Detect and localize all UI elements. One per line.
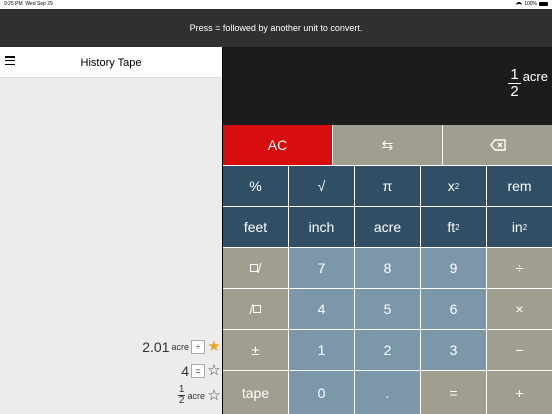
- minus-button[interactable]: −: [487, 330, 552, 370]
- history-unit: acre: [187, 390, 205, 401]
- banner-text: Press = followed by another unit to conv…: [189, 23, 363, 33]
- sqrt-button[interactable]: √: [289, 166, 354, 206]
- history-row[interactable]: 1 2 acre ☆: [177, 385, 221, 406]
- plus-button[interactable]: +: [487, 371, 552, 414]
- denominator-button[interactable]: /: [223, 289, 288, 329]
- history-value: 4: [181, 363, 189, 379]
- digit-3-button[interactable]: 3: [421, 330, 486, 370]
- display-value: 1 2 acre: [508, 67, 548, 100]
- history-fraction: 1 2: [177, 385, 186, 406]
- history-operator: =: [191, 364, 205, 378]
- equals-button[interactable]: =: [421, 371, 486, 414]
- fraction-button[interactable]: /: [223, 248, 288, 288]
- history-row[interactable]: 2.01 acre ÷ ★: [142, 339, 221, 355]
- battery-icon: [539, 2, 548, 6]
- wifi-icon: [516, 2, 523, 6]
- status-time: 9:25 PM Wed Sep 29: [4, 1, 53, 7]
- acre-button[interactable]: acre: [355, 207, 420, 247]
- fraction-box-icon: [249, 264, 258, 272]
- star-outline-icon[interactable]: ☆: [207, 388, 221, 403]
- history-row[interactable]: 4 = ☆: [181, 363, 221, 379]
- percent-button[interactable]: %: [223, 166, 288, 206]
- history-header: History Tape: [0, 47, 222, 78]
- multiply-button[interactable]: ×: [487, 289, 552, 329]
- display-fraction: 1 2: [508, 66, 521, 100]
- status-bar: 9:25 PM Wed Sep 29 100%: [0, 0, 552, 9]
- tape-button[interactable]: tape: [223, 371, 288, 414]
- digit-8-button[interactable]: 8: [355, 248, 420, 288]
- sqin-exponent: 2: [522, 222, 528, 232]
- digit-7-button[interactable]: 7: [289, 248, 354, 288]
- fraction-slash: /: [257, 260, 262, 276]
- pi-button[interactable]: π: [355, 166, 420, 206]
- plus-minus-button[interactable]: ±: [223, 330, 288, 370]
- display-unit: acre: [522, 69, 548, 84]
- digit-5-button[interactable]: 5: [355, 289, 420, 329]
- sqft-exponent: 2: [455, 222, 460, 232]
- digit-0-button[interactable]: 0: [289, 371, 354, 414]
- swap-button[interactable]: ⇆: [333, 125, 442, 165]
- square-exponent: 2: [454, 181, 460, 191]
- digit-1-button[interactable]: 1: [289, 330, 354, 370]
- battery-percent: 100%: [524, 1, 537, 7]
- denominator-box-icon: [253, 305, 262, 313]
- calculator-display: 1 2 acre: [223, 47, 552, 125]
- swap-icon: ⇆: [381, 136, 394, 153]
- sqft-base: ft: [447, 219, 456, 235]
- backspace-icon: [489, 139, 506, 151]
- sqin-base: in: [511, 219, 523, 235]
- keypad: AC ⇆ % √ π x2 rem feet inch acre ft 2 in 2…: [223, 125, 552, 414]
- history-title: History Tape: [80, 57, 142, 69]
- fraction-denominator: 2: [178, 395, 185, 406]
- digit-9-button[interactable]: 9: [421, 248, 486, 288]
- digit-4-button[interactable]: 4: [289, 289, 354, 329]
- star-outline-icon[interactable]: ☆: [207, 363, 221, 378]
- rem-button[interactable]: rem: [487, 166, 552, 206]
- star-filled-icon[interactable]: ★: [207, 339, 221, 354]
- history-unit: acre: [171, 342, 189, 352]
- history-operator: ÷: [191, 340, 205, 354]
- clear-button[interactable]: AC: [223, 125, 332, 165]
- square-button[interactable]: x2: [421, 166, 486, 206]
- backspace-button[interactable]: [443, 125, 552, 165]
- instruction-banner: Press = followed by another unit to conv…: [0, 9, 552, 47]
- display-numerator: 1: [508, 66, 521, 84]
- status-right: 100%: [516, 1, 548, 7]
- digit-6-button[interactable]: 6: [421, 289, 486, 329]
- display-denominator: 2: [510, 83, 519, 100]
- square-base: x: [447, 178, 455, 194]
- divide-button[interactable]: ÷: [487, 248, 552, 288]
- sqft-button[interactable]: ft 2: [421, 207, 486, 247]
- inch-button[interactable]: inch: [289, 207, 354, 247]
- history-value: 2.01: [142, 339, 170, 355]
- sqin-button[interactable]: in 2: [487, 207, 552, 247]
- decimal-button[interactable]: .: [355, 371, 420, 414]
- feet-button[interactable]: feet: [223, 207, 288, 247]
- history-panel: History Tape 2.01 acre ÷ ★ 4 = ☆ 1 2 acr…: [0, 47, 222, 414]
- digit-2-button[interactable]: 2: [355, 330, 420, 370]
